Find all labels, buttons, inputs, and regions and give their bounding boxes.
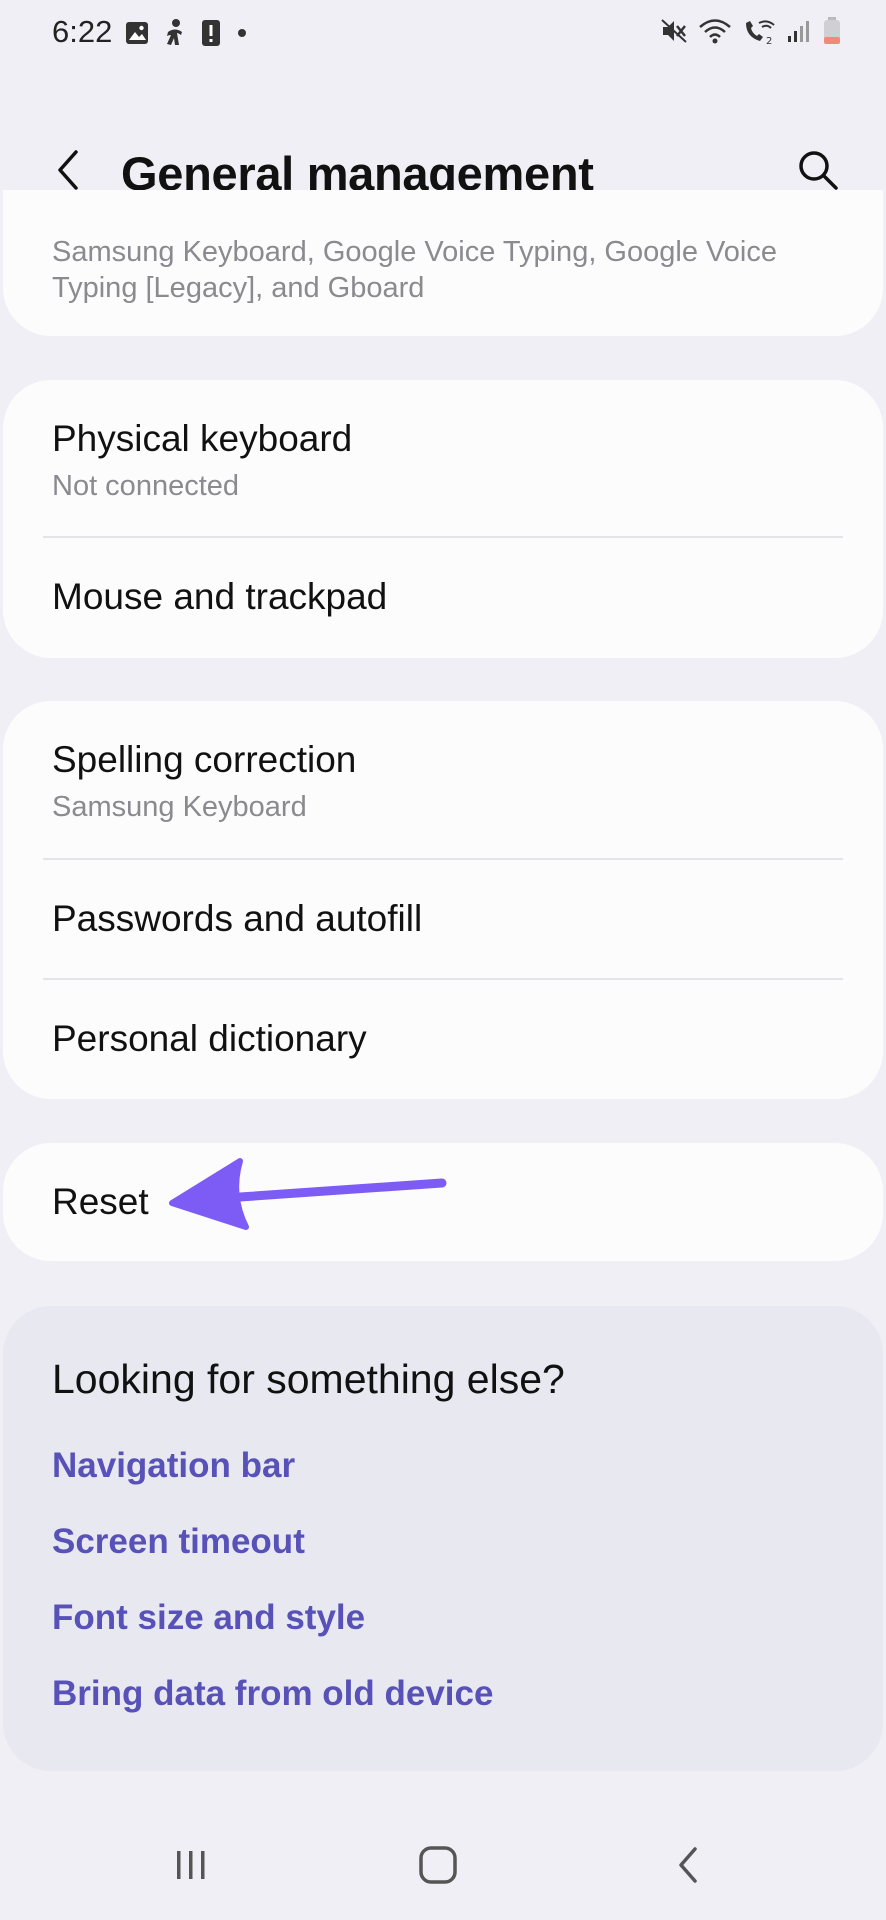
recent-apps-button[interactable] — [136, 1810, 246, 1920]
item-title: Physical keyboard — [52, 418, 353, 459]
signal-icon — [786, 18, 812, 44]
screen: 6:22 2 General management Samsung Keyboa… — [0, 0, 886, 1920]
mouse-and-trackpad-item[interactable]: Mouse and trackpad — [3, 576, 883, 618]
suggestions-title: Looking for something else? — [52, 1356, 565, 1402]
search-icon — [799, 151, 838, 190]
item-title: Passwords and autofill — [52, 898, 423, 939]
suggestions-card: Looking for something else? Navigation b… — [3, 1306, 883, 1771]
back-nav-button[interactable] — [634, 1810, 744, 1920]
home-icon — [419, 1846, 457, 1884]
keyboard-card: Physical keyboard Not connected Mouse an… — [3, 380, 883, 658]
personal-dictionary-item[interactable]: Personal dictionary — [3, 1018, 883, 1060]
status-right-icons: 2 — [660, 16, 842, 46]
chevron-left-icon — [58, 150, 78, 190]
svg-text:2: 2 — [766, 36, 772, 45]
keyboard-list-summary: Samsung Keyboard, Google Voice Typing, G… — [52, 236, 777, 304]
home-button[interactable] — [383, 1810, 493, 1920]
physical-keyboard-item[interactable]: Physical keyboard Not connected — [3, 418, 883, 503]
recent-apps-icon — [177, 1851, 205, 1879]
spelling-card: Spelling correction Samsung Keyboard Pas… — [3, 701, 883, 1099]
wifi-icon — [698, 17, 732, 45]
accessibility-icon — [162, 18, 188, 48]
item-title: Spelling correction — [52, 739, 357, 780]
divider — [43, 978, 843, 980]
item-subtitle: Not connected — [52, 470, 240, 502]
status-bar: 6:22 2 — [0, 0, 886, 68]
dot-icon — [234, 25, 250, 41]
divider — [43, 536, 843, 538]
wifi-call-icon: 2 — [742, 17, 776, 45]
status-left-icons — [124, 18, 250, 48]
nav-bar — [0, 1810, 886, 1920]
link-font-size-and-style[interactable]: Font size and style — [52, 1598, 365, 1638]
mute-icon — [660, 17, 688, 45]
back-icon — [679, 1847, 697, 1883]
status-time: 6:22 — [52, 14, 113, 49]
spelling-correction-item[interactable]: Spelling correction Samsung Keyboard — [3, 739, 883, 824]
gallery-icon — [124, 20, 150, 46]
alert-icon — [200, 18, 222, 48]
keyboard-list-card-partial[interactable]: Samsung Keyboard, Google Voice Typing, G… — [3, 190, 883, 336]
annotation-arrow — [169, 1158, 447, 1230]
divider — [43, 858, 843, 860]
link-navigation-bar[interactable]: Navigation bar — [52, 1446, 295, 1486]
battery-icon — [822, 16, 842, 46]
link-screen-timeout[interactable]: Screen timeout — [52, 1522, 305, 1562]
item-title: Mouse and trackpad — [52, 576, 388, 617]
item-title: Personal dictionary — [52, 1018, 367, 1059]
passwords-and-autofill-item[interactable]: Passwords and autofill — [3, 898, 883, 940]
link-bring-data-from-old-device[interactable]: Bring data from old device — [52, 1674, 493, 1714]
item-subtitle: Samsung Keyboard — [52, 791, 307, 823]
